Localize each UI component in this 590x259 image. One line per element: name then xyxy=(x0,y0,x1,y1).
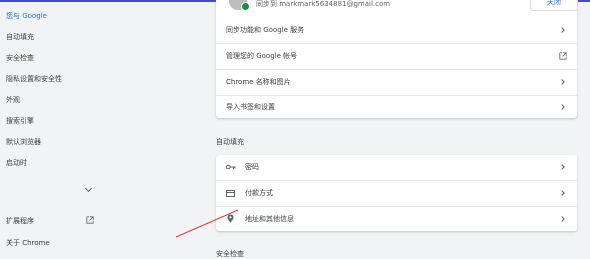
annotation-arrow-line xyxy=(175,209,239,238)
